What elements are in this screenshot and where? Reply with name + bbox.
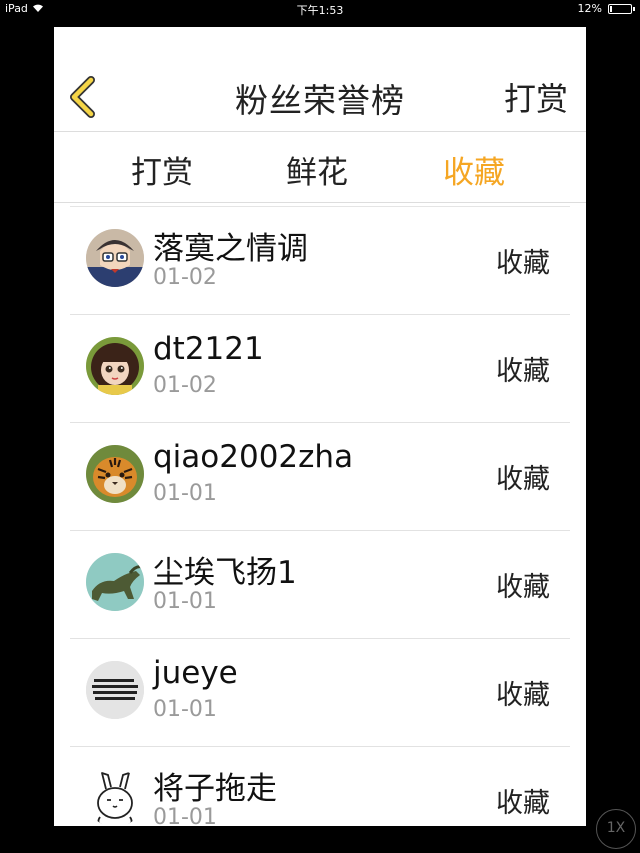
fan-name: 落寞之情调 [153, 231, 308, 267]
text-image-avatar [86, 661, 144, 719]
fan-action-label: 收藏 [496, 680, 550, 711]
list-item[interactable]: 落寞之情调 01-02 收藏 [54, 207, 586, 315]
fan-date: 01-01 [153, 697, 217, 722]
navigation-bar: 粉丝荣誉榜 打赏 [54, 27, 586, 131]
battery-icon [608, 4, 635, 14]
tab-favorites[interactable]: 收藏 [443, 147, 505, 192]
list-item[interactable]: dt2121 01-02 收藏 [54, 315, 586, 423]
doll-avatar [86, 337, 144, 395]
fan-date: 01-01 [153, 805, 217, 826]
fan-list: 落寞之情调 01-02 收藏 dt2121 01-02 收藏 qiao2002z… [54, 207, 586, 826]
tab-flowers[interactable]: 鲜花 [286, 147, 348, 192]
tabs-divider [54, 202, 586, 203]
fan-action-label: 收藏 [496, 788, 550, 819]
zoom-button[interactable]: 1X [596, 809, 636, 849]
fan-date: 01-01 [153, 589, 217, 614]
fan-date: 01-01 [153, 481, 217, 506]
bronze-bull-avatar [86, 553, 144, 611]
tab-bar: 打赏 鲜花 收藏 [54, 132, 586, 202]
list-item[interactable]: 将子拖走 01-01 收藏 [54, 747, 586, 826]
list-item[interactable]: 尘埃飞扬1 01-01 收藏 [54, 531, 586, 639]
status-time: 下午1:53 [296, 4, 344, 17]
fan-name: jueye [153, 655, 238, 691]
fan-date: 01-02 [153, 265, 217, 290]
fan-action-label: 收藏 [496, 572, 550, 603]
status-bar: iPad 下午1:53 12% [0, 0, 640, 18]
fan-action-label: 收藏 [496, 356, 550, 387]
fan-action-label: 收藏 [496, 464, 550, 495]
rabbit-avatar [86, 769, 144, 826]
fan-name: qiao2002zha [153, 439, 354, 475]
list-item[interactable]: jueye 01-01 收藏 [54, 639, 586, 747]
app-window: 粉丝荣誉榜 打赏 打赏 鲜花 收藏 落寞之情调 01-02 收藏 dt2121 … [54, 27, 586, 826]
anime-boy-avatar [86, 229, 144, 287]
battery-percent: 12% [577, 2, 602, 15]
fan-name: 将子拖走 [153, 771, 277, 807]
list-item[interactable]: qiao2002zha 01-01 收藏 [54, 423, 586, 531]
tiger-avatar [86, 445, 144, 503]
fan-name: dt2121 [153, 331, 264, 367]
fan-date: 01-02 [153, 373, 217, 398]
battery-fill [610, 6, 612, 12]
tab-reward[interactable]: 打赏 [131, 147, 193, 192]
fan-name: 尘埃飞扬1 [153, 555, 297, 591]
reward-button[interactable]: 打赏 [504, 74, 568, 120]
fan-action-label: 收藏 [496, 248, 550, 279]
